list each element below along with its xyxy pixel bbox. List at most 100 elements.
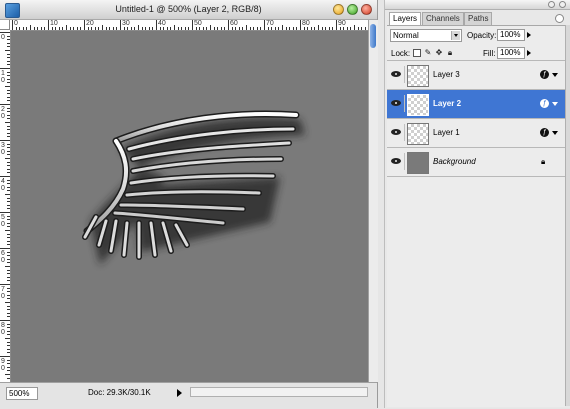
layer-name: Layer 1	[433, 128, 460, 137]
layer-thumbnail[interactable]	[407, 123, 429, 145]
canvas[interactable]	[11, 31, 368, 382]
ruler-tick	[102, 25, 103, 30]
visibility-eye-icon[interactable]	[390, 153, 405, 170]
ruler-tick	[62, 27, 64, 30]
ruler-tick	[7, 89, 10, 91]
zoom-level-field[interactable]: 500%	[6, 387, 38, 400]
panel-header-bar[interactable]	[385, 0, 570, 10]
status-menu-arrow-icon[interactable]	[177, 389, 182, 397]
ruler-tick	[94, 27, 96, 30]
ruler-tick	[5, 266, 10, 267]
opacity-field[interactable]: 100%	[497, 29, 525, 41]
ruler-tick	[7, 172, 10, 174]
fill-field[interactable]: 100%	[497, 47, 525, 59]
scrollbar-thumb[interactable]	[370, 24, 376, 48]
layer-effects-icon[interactable]: ƒ	[540, 128, 549, 137]
layer-thumbnail[interactable]	[407, 152, 429, 174]
ruler-origin-corner[interactable]	[0, 20, 10, 30]
ruler-tick	[7, 125, 10, 127]
ruler-tick	[7, 276, 10, 278]
fill-label: Fill:	[483, 49, 496, 58]
chevron-down-icon[interactable]	[451, 31, 460, 40]
ruler-tick	[7, 100, 10, 102]
ruler-tick	[303, 27, 305, 30]
tab-channels[interactable]: Channels	[422, 12, 464, 25]
lock-image-pixels-icon[interactable]: ✎	[424, 49, 432, 57]
ruler-tick	[0, 32, 10, 33]
ruler-label: 8 0	[1, 322, 5, 336]
ruler-tick	[346, 27, 348, 30]
lock-transparent-pixels-icon[interactable]	[413, 49, 421, 57]
vertical-ruler[interactable]: 0 1 0 2 0 3 0 4 0 5 0 6 0 7 0 8 0 9 0	[0, 30, 11, 382]
opacity-label: Opacity:	[467, 31, 497, 40]
ruler-tick	[0, 284, 10, 285]
ruler-tick	[145, 27, 147, 30]
effects-expand-arrow-icon[interactable]	[552, 102, 558, 106]
layer-thumbnail[interactable]	[407, 65, 429, 87]
effects-expand-arrow-icon[interactable]	[552, 131, 558, 135]
layer-name: Layer 2	[433, 99, 462, 108]
layer-effects-icon[interactable]: ƒ	[540, 70, 549, 79]
document-size-info: Doc: 29.3K/30.1K	[88, 388, 151, 397]
ruler-tick	[116, 27, 118, 30]
panel-close-button[interactable]	[559, 1, 566, 8]
ruler-tick	[44, 27, 46, 30]
lock-position-icon[interactable]: ✥	[435, 49, 443, 57]
ruler-tick	[7, 240, 10, 242]
minimize-button[interactable]	[333, 4, 344, 15]
ruler-tick	[105, 27, 107, 30]
ruler-tick	[66, 25, 67, 30]
effects-expand-arrow-icon[interactable]	[552, 73, 558, 77]
panel-menu-icon[interactable]	[555, 14, 564, 23]
ruler-tick	[278, 27, 280, 30]
lock-all-icon[interactable]: 🔒︎	[446, 49, 454, 57]
tab-layers[interactable]: Layers	[389, 12, 422, 26]
layer-row-background[interactable]: Background 🔒︎	[387, 148, 565, 177]
ruler-tick	[7, 377, 10, 379]
fill-slider-arrow-icon[interactable]	[527, 50, 531, 56]
ruler-tick	[30, 25, 31, 30]
tab-paths[interactable]: Paths	[464, 12, 493, 25]
ruler-tick	[156, 20, 157, 30]
visibility-eye-icon[interactable]	[390, 66, 405, 83]
maximize-button[interactable]	[347, 4, 358, 15]
visibility-eye-icon[interactable]	[390, 95, 405, 112]
opacity-slider-arrow-icon[interactable]	[527, 32, 531, 38]
ruler-tick	[7, 352, 10, 354]
ruler-tick	[325, 27, 327, 30]
horizontal-ruler[interactable]: 0 10 20 30 40 50 60 70 80 90	[10, 20, 368, 31]
panel-collapse-button[interactable]	[548, 1, 555, 8]
blend-mode-value: Normal	[393, 31, 419, 40]
ruler-label: 1 0	[1, 70, 5, 84]
ruler-tick	[73, 27, 75, 30]
ruler-tick	[5, 158, 10, 159]
ruler-tick	[314, 27, 316, 30]
ruler-tick	[7, 316, 10, 318]
layer-effects-icon[interactable]: ƒ	[540, 99, 549, 108]
horizontal-scrollbar[interactable]	[190, 387, 368, 397]
ruler-tick	[166, 27, 168, 30]
ruler-tick	[210, 25, 211, 30]
ruler-tick	[87, 27, 89, 30]
layer-row-layer-3[interactable]: Layer 3 ƒ	[387, 61, 565, 90]
ruler-tick	[195, 27, 197, 30]
ruler-tick	[253, 27, 255, 30]
ruler-tick	[264, 20, 265, 30]
ruler-tick	[242, 27, 244, 30]
ruler-tick	[354, 25, 355, 30]
panel-scrollbar[interactable]	[565, 25, 570, 406]
layer-row-layer-2[interactable]: Layer 2 ƒ	[387, 90, 565, 119]
vertical-scrollbar[interactable]	[368, 20, 378, 382]
ruler-tick	[296, 27, 298, 30]
close-button[interactable]	[361, 4, 372, 15]
ruler-tick	[181, 27, 183, 30]
layer-row-layer-1[interactable]: Layer 1 ƒ	[387, 119, 565, 148]
ruler-tick	[7, 348, 10, 350]
document-window: Untitled-1 @ 500% (Layer 2, RGB/8) 0 10 20…	[0, 0, 378, 409]
layer-thumbnail[interactable]	[407, 94, 429, 116]
ruler-tick	[123, 27, 125, 30]
ruler-tick	[7, 60, 10, 62]
blend-mode-select[interactable]: Normal	[390, 29, 462, 42]
document-titlebar[interactable]: Untitled-1 @ 500% (Layer 2, RGB/8)	[0, 0, 377, 20]
visibility-eye-icon[interactable]	[390, 124, 405, 141]
